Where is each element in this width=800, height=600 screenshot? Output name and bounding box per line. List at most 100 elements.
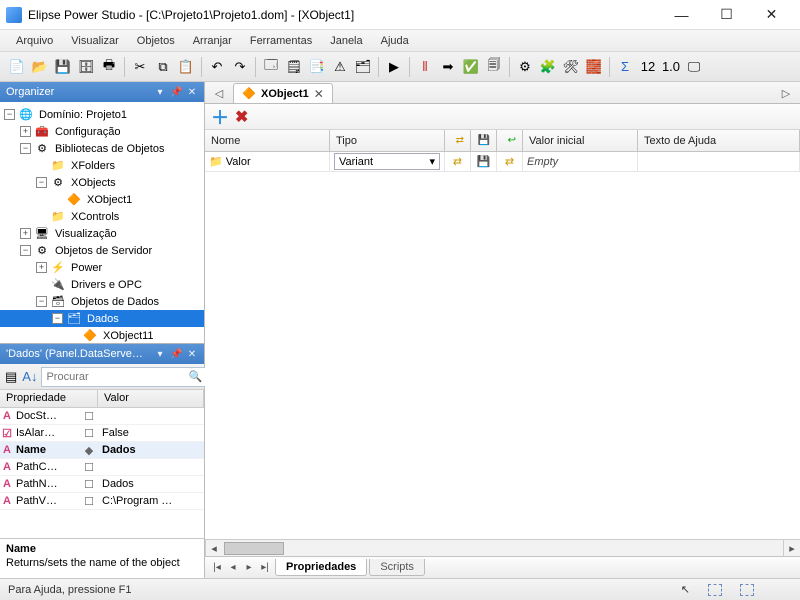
property-link-icon[interactable]: ☐ <box>80 427 98 440</box>
expand-icon[interactable]: + <box>20 126 31 137</box>
tool3-icon[interactable]: 📑 <box>306 56 328 78</box>
collapse-icon[interactable]: − <box>36 177 47 188</box>
col-propriedade[interactable]: Propriedade <box>0 390 98 407</box>
tab-close-icon[interactable]: ✕ <box>314 87 324 101</box>
property-link-icon[interactable]: ◆ <box>80 444 98 457</box>
tree-drivers[interactable]: 🔌 Drivers e OPC <box>0 276 204 293</box>
grid-body[interactable]: 📁 Valor Variant▾ ⇄ 💾 ⇄ Empty <box>205 152 800 539</box>
tree-objserv[interactable]: − ⚙ Objetos de Servidor <box>0 242 204 259</box>
nav-first-icon[interactable]: |◂ <box>209 562 225 573</box>
minimize-button[interactable]: — <box>659 0 704 30</box>
property-link-icon[interactable]: ☐ <box>80 495 98 508</box>
col-texto-ajuda[interactable]: Texto de Ajuda <box>638 130 800 151</box>
collapse-icon[interactable]: − <box>20 143 31 154</box>
collapse-icon[interactable]: − <box>52 313 63 324</box>
undo-icon[interactable]: ↶ <box>206 56 228 78</box>
organizer-tree[interactable]: − 🌐 Domínio: Projeto1 + 🧰 Configuração −… <box>0 102 204 343</box>
maximize-button[interactable]: ☐ <box>704 0 749 30</box>
cell-link2[interactable]: ⇄ <box>497 152 523 171</box>
tipo-combo[interactable]: Variant▾ <box>334 153 440 170</box>
tree-xobject1[interactable]: 🔶 XObject1 <box>0 191 204 208</box>
collapse-icon[interactable]: − <box>4 109 15 120</box>
tree-dominio[interactable]: − 🌐 Domínio: Projeto1 <box>0 106 204 123</box>
search-input[interactable] <box>46 371 188 383</box>
check-icon[interactable]: ✅ <box>460 56 482 78</box>
tree-dados[interactable]: − 🗂 Dados <box>0 310 204 327</box>
property-link-icon[interactable]: ☐ <box>80 410 98 423</box>
nav-next-icon[interactable]: ▸ <box>241 562 257 573</box>
property-value[interactable]: C:\Program … <box>98 495 204 507</box>
tab-next-icon[interactable]: ▷ <box>778 87 794 103</box>
col-link2[interactable]: ↩ <box>497 130 523 151</box>
property-row[interactable]: APathV…☐C:\Program … <box>0 493 204 510</box>
tool7-icon[interactable]: 🛠 <box>560 56 582 78</box>
property-link-icon[interactable]: ☐ <box>80 478 98 491</box>
menu-arranjar[interactable]: Arranjar <box>185 33 240 49</box>
tree-xfolders[interactable]: 📁 XFolders <box>0 157 204 174</box>
paste-icon[interactable]: 📋 <box>175 56 197 78</box>
save-icon[interactable]: 💾 <box>52 56 74 78</box>
delete-button[interactable]: ✖ <box>235 107 248 127</box>
sort-icon[interactable]: A↓ <box>21 366 38 388</box>
cell-save[interactable]: 💾 <box>471 152 497 171</box>
tree-config[interactable]: + 🧰 Configuração <box>0 123 204 140</box>
cell-link1[interactable]: ⇄ <box>445 152 471 171</box>
cell-tipo[interactable]: Variant▾ <box>330 152 445 171</box>
property-row[interactable]: APathN…☐Dados <box>0 476 204 493</box>
menu-visualizar[interactable]: Visualizar <box>63 33 127 49</box>
property-row[interactable]: APathC…☐ <box>0 459 204 476</box>
tool2-icon[interactable]: 🗒 <box>283 56 305 78</box>
scroll-thumb[interactable] <box>224 542 284 555</box>
tool1-icon[interactable]: 🗔 <box>260 56 282 78</box>
property-row[interactable]: ☑IsAlar…☐False <box>0 425 204 442</box>
grid-row[interactable]: 📁 Valor Variant▾ ⇄ 💾 ⇄ Empty <box>205 152 800 172</box>
add-button[interactable]: ＋ <box>211 104 229 130</box>
tree-xobject11[interactable]: 🔶 XObject11 <box>0 327 204 343</box>
export-icon[interactable]: ➡ <box>437 56 459 78</box>
save-all-icon[interactable]: 🗄 <box>75 56 97 78</box>
screen-icon[interactable]: 🖵 <box>683 56 705 78</box>
expand-icon[interactable]: + <box>20 228 31 239</box>
tree-bibobj[interactable]: − ⚙ Bibliotecas de Objetos <box>0 140 204 157</box>
new-icon[interactable]: 📄 <box>6 56 28 78</box>
menu-ferramentas[interactable]: Ferramentas <box>242 33 320 49</box>
menu-arquivo[interactable]: Arquivo <box>8 33 61 49</box>
tab-prev-icon[interactable]: ◁ <box>211 87 227 103</box>
properties-search[interactable]: 🔍 <box>41 367 207 387</box>
property-value[interactable]: False <box>98 427 204 439</box>
property-row[interactable]: AName◆Dados <box>0 442 204 459</box>
warning-icon[interactable]: ⚠ <box>329 56 351 78</box>
decimal-icon[interactable]: 1.0 <box>660 56 682 78</box>
scroll-left-icon[interactable]: ◂ <box>205 540 222 556</box>
collapse-icon[interactable]: − <box>20 245 31 256</box>
cell-nome[interactable]: 📁 Valor <box>205 152 330 171</box>
menu-janela[interactable]: Janela <box>322 33 370 49</box>
panel-close-icon[interactable]: ✕ <box>186 87 198 98</box>
tree-power[interactable]: + ⚡ Power <box>0 259 204 276</box>
number-icon[interactable]: 12 <box>637 56 659 78</box>
cell-valor-inicial[interactable]: Empty <box>523 152 638 171</box>
panel-menu-icon[interactable]: ▾ <box>154 87 166 98</box>
copy-icon[interactable]: ⧉ <box>152 56 174 78</box>
sigma-icon[interactable]: Σ <box>614 56 636 78</box>
menu-objetos[interactable]: Objetos <box>129 33 183 49</box>
expand-icon[interactable]: + <box>36 262 47 273</box>
cell-texto-ajuda[interactable] <box>638 152 800 171</box>
col-link1[interactable]: ⇄ <box>445 130 471 151</box>
scroll-track[interactable] <box>222 540 783 556</box>
close-button[interactable]: ✕ <box>749 0 794 30</box>
nav-last-icon[interactable]: ▸| <box>257 562 273 573</box>
property-row[interactable]: ADocSt…☐ <box>0 408 204 425</box>
panel-pin-icon[interactable]: 📌 <box>170 349 182 360</box>
panel-menu-icon[interactable]: ▾ <box>154 349 166 360</box>
tab-scripts[interactable]: Scripts <box>369 559 425 576</box>
property-value[interactable]: Dados <box>98 478 204 490</box>
tool6-icon[interactable]: 🧩 <box>537 56 559 78</box>
col-valor-inicial[interactable]: Valor inicial <box>523 130 638 151</box>
cut-icon[interactable]: ✂ <box>129 56 151 78</box>
tree-xobjects[interactable]: − ⚙ XObjects <box>0 174 204 191</box>
panel-pin-icon[interactable]: 📌 <box>170 87 182 98</box>
tab-xobject1[interactable]: 🔶 XObject1 ✕ <box>233 83 333 103</box>
tool4-icon[interactable]: 🗂 <box>352 56 374 78</box>
print-icon[interactable]: 🖶 <box>98 56 120 78</box>
